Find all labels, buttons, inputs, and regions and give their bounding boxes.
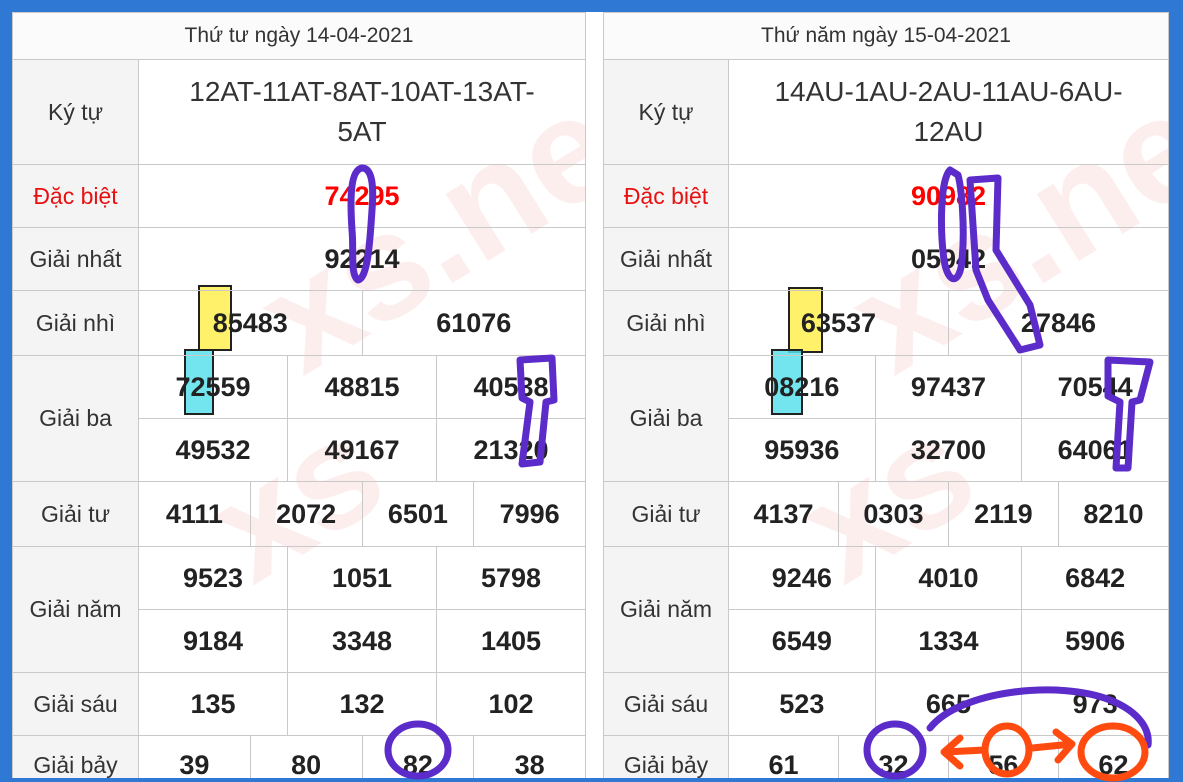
sixth-prize-number: 665 <box>874 672 1023 736</box>
fifth-prize-number: 5906 <box>1021 609 1169 673</box>
results-table-right: Thứ năm ngày 15-04-2021 Ký tự 14AU-1AU-2… <box>603 12 1169 778</box>
third-prize-number: 49532 <box>138 418 288 482</box>
kytu-line-2: 5AT <box>337 116 387 147</box>
second-prize-number: 63537 <box>728 290 949 356</box>
kytu-codes: 14AU-1AU-2AU-11AU-6AU- 12AU <box>728 59 1169 165</box>
label-third-prize: Giải ba <box>603 355 729 482</box>
label-fourth-prize: Giải tư <box>12 481 139 547</box>
fifth-prize-number: 3348 <box>287 609 437 673</box>
third-prize-number: 21320 <box>436 418 586 482</box>
fifth-prize-number: 6842 <box>1021 546 1169 610</box>
second-prize-number: 85483 <box>138 290 363 356</box>
seventh-prize-number: 82 <box>361 735 475 778</box>
kytu-codes: 12AT-11AT-8AT-10AT-13AT- 5AT <box>138 59 586 165</box>
third-prize-number: 72559 <box>138 355 288 419</box>
seventh-prize-number: 80 <box>249 735 363 778</box>
seventh-prize-number: 38 <box>473 735 586 778</box>
seventh-prize-number: 62 <box>1057 735 1169 778</box>
label-special-prize: Đặc biệt <box>603 164 729 228</box>
label-third-prize: Giải ba <box>12 355 139 482</box>
fifth-prize-number: 1051 <box>287 546 437 610</box>
kytu-line-1: 12AT-11AT-8AT-10AT-13AT- <box>189 76 535 107</box>
kytu-line-2: 12AU <box>913 116 984 147</box>
label-second-prize: Giải nhì <box>12 290 139 356</box>
fourth-prize-number: 8210 <box>1057 481 1169 547</box>
third-prize-number: 48815 <box>287 355 437 419</box>
fifth-prize-number: 4010 <box>874 546 1023 610</box>
fourth-prize-number: 2072 <box>249 481 363 547</box>
label-kytu: Ký tự <box>603 59 729 165</box>
fourth-prize-number: 4137 <box>728 481 839 547</box>
fifth-prize-number: 1405 <box>436 609 586 673</box>
results-panel-right: xs.net xs Thứ năm ngày 15-04-2021 Ký tự … <box>603 12 1169 778</box>
first-prize-number: 92214 <box>138 227 586 291</box>
sixth-prize-number: 132 <box>287 672 437 736</box>
label-fifth-prize: Giải năm <box>12 546 139 673</box>
fifth-prize-number: 9184 <box>138 609 288 673</box>
special-prize-number: 90982 <box>728 164 1169 228</box>
fifth-prize-number: 6549 <box>728 609 876 673</box>
results-table-left: Thứ tư ngày 14-04-2021 Ký tự 12AT-11AT-8… <box>12 12 586 778</box>
label-first-prize: Giải nhất <box>12 227 139 291</box>
sixth-prize-number: 102 <box>436 672 586 736</box>
second-prize-number: 27846 <box>947 290 1169 356</box>
third-prize-number: 32700 <box>874 418 1023 482</box>
third-prize-number: 49167 <box>287 418 437 482</box>
seventh-prize-number: 61 <box>728 735 839 778</box>
third-prize-number: 08216 <box>728 355 876 419</box>
label-sixth-prize: Giải sáu <box>603 672 729 736</box>
fourth-prize-number: 4111 <box>138 481 251 547</box>
fifth-prize-number: 1334 <box>874 609 1023 673</box>
draw-date: Thứ tư ngày 14-04-2021 <box>12 12 586 60</box>
third-prize-number: 70544 <box>1021 355 1169 419</box>
label-second-prize: Giải nhì <box>603 290 729 356</box>
label-fourth-prize: Giải tư <box>603 481 729 547</box>
seventh-prize-number: 32 <box>837 735 949 778</box>
label-seventh-prize: Giải bảy <box>603 735 729 778</box>
third-prize-number: 64061 <box>1021 418 1169 482</box>
fifth-prize-number: 9246 <box>728 546 876 610</box>
draw-date: Thứ năm ngày 15-04-2021 <box>603 12 1169 60</box>
label-kytu: Ký tự <box>12 59 139 165</box>
fifth-prize-number: 9523 <box>138 546 288 610</box>
seventh-prize-number: 39 <box>138 735 251 778</box>
panel-gap <box>586 12 603 778</box>
third-prize-number: 95936 <box>728 418 876 482</box>
label-seventh-prize: Giải bảy <box>12 735 139 778</box>
fifth-prize-number: 5798 <box>436 546 586 610</box>
sixth-prize-number: 973 <box>1021 672 1169 736</box>
label-sixth-prize: Giải sáu <box>12 672 139 736</box>
special-prize-number: 74295 <box>138 164 586 228</box>
sixth-prize-number: 135 <box>138 672 288 736</box>
label-first-prize: Giải nhất <box>603 227 729 291</box>
fourth-prize-number: 2119 <box>947 481 1059 547</box>
kytu-line-1: 14AU-1AU-2AU-11AU-6AU- <box>774 76 1123 107</box>
third-prize-number: 97437 <box>874 355 1023 419</box>
second-prize-number: 61076 <box>361 290 586 356</box>
label-fifth-prize: Giải năm <box>603 546 729 673</box>
fourth-prize-number: 7996 <box>473 481 586 547</box>
results-panel-left: xs.net xs Thứ tư ngày 14-04-2021 Ký tự 1… <box>12 12 586 778</box>
fourth-prize-number: 6501 <box>361 481 475 547</box>
sixth-prize-number: 523 <box>728 672 876 736</box>
label-special-prize: Đặc biệt <box>12 164 139 228</box>
first-prize-number: 05942 <box>728 227 1169 291</box>
third-prize-number: 40538 <box>436 355 586 419</box>
seventh-prize-number: 56 <box>947 735 1059 778</box>
fourth-prize-number: 0303 <box>837 481 949 547</box>
